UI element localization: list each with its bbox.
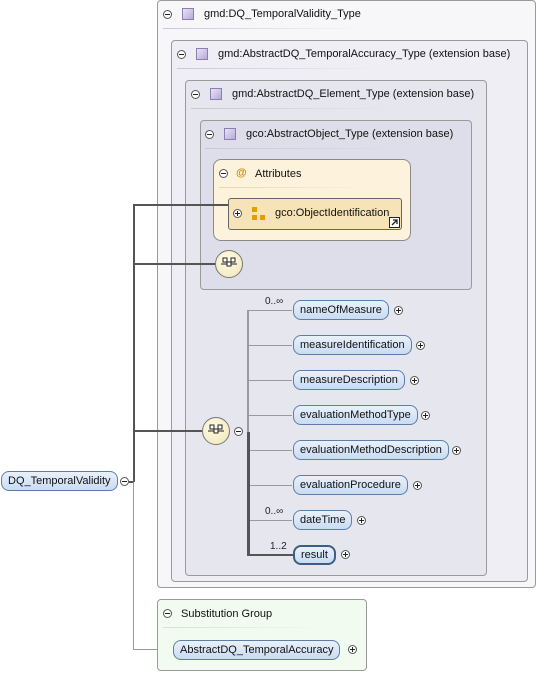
type-title: gmd:AbstractDQ_TemporalAccuracy_Type (ex… — [218, 48, 511, 60]
complex-type-icon — [182, 8, 194, 20]
sequence-connector — [247, 415, 292, 416]
expand-icon[interactable] — [421, 411, 430, 420]
connector-line — [133, 204, 135, 482]
collapse-icon[interactable] — [163, 609, 172, 618]
element-evaluation-procedure[interactable]: evaluationProcedure — [293, 475, 408, 495]
header-divider — [219, 187, 369, 188]
connector-line — [133, 204, 228, 206]
substitution-connector — [133, 482, 134, 650]
root-element-dq-temporalvalidity[interactable]: DQ_TemporalValidity — [1, 471, 118, 491]
header-divider — [205, 148, 405, 149]
complex-type-icon — [224, 128, 236, 140]
header-divider — [163, 627, 323, 628]
expand-icon[interactable] — [413, 481, 422, 490]
element-abstractdq-temporalaccuracy[interactable]: AbstractDQ_TemporalAccuracy — [173, 640, 341, 660]
collapse-icon[interactable] — [177, 50, 186, 59]
shortcut-arrow-icon — [389, 217, 400, 228]
expand-icon[interactable] — [452, 446, 461, 455]
sequence-connector — [247, 485, 292, 486]
sequence-compositor-icon[interactable] — [215, 250, 243, 278]
expand-icon[interactable] — [410, 376, 419, 385]
collapse-icon[interactable] — [120, 477, 129, 486]
expand-icon[interactable] — [416, 341, 425, 350]
collapse-icon[interactable] — [219, 169, 228, 178]
cardinality-label: 0..∞ — [265, 296, 284, 307]
type-title: gco:AbstractObject_Type (extension base) — [246, 128, 454, 140]
collapse-icon[interactable] — [205, 130, 214, 139]
header-divider — [177, 68, 377, 69]
attribute-group-label: gco:ObjectIdentification — [275, 207, 390, 219]
element-measure-description[interactable]: measureDescription — [293, 370, 405, 390]
attribute-group-icon — [252, 207, 266, 221]
expand-icon[interactable] — [341, 550, 350, 559]
collapse-icon[interactable] — [234, 427, 243, 436]
collapse-icon[interactable] — [163, 10, 172, 19]
sequence-connector — [247, 432, 250, 556]
element-evaluation-method-type[interactable]: evaluationMethodType — [293, 405, 418, 425]
type-title: gmd:DQ_TemporalValidity_Type — [204, 8, 361, 20]
cardinality-label: 0..∞ — [265, 506, 284, 517]
connector-line — [133, 430, 202, 432]
collapse-icon[interactable] — [191, 90, 200, 99]
element-date-time[interactable]: dateTime — [293, 510, 353, 530]
element-evaluation-method-description[interactable]: evaluationMethodDescription — [293, 440, 449, 460]
connector-line — [133, 263, 215, 265]
element-name-of-measure[interactable]: nameOfMeasure — [293, 300, 389, 320]
expand-icon[interactable] — [233, 209, 242, 218]
attributes-title: Attributes — [255, 168, 302, 180]
element-measure-identification[interactable]: measureIdentification — [293, 335, 412, 355]
attribute-at-icon: @ — [236, 167, 247, 179]
sequence-connector — [247, 554, 293, 556]
sequence-connector — [247, 380, 292, 381]
element-result[interactable]: result — [293, 545, 336, 565]
sequence-connector — [247, 520, 292, 521]
sequence-compositor-icon[interactable] — [202, 417, 230, 445]
complex-type-icon — [196, 48, 208, 60]
expand-icon[interactable] — [348, 645, 357, 654]
sequence-connector — [247, 450, 292, 451]
cardinality-label: 1..2 — [270, 541, 287, 552]
sequence-connector — [247, 310, 292, 311]
sequence-connector — [247, 345, 292, 346]
complex-type-icon — [210, 88, 222, 100]
substitution-group-title: Substitution Group — [181, 608, 273, 620]
expand-icon[interactable] — [394, 306, 403, 315]
header-divider — [191, 108, 391, 109]
header-divider — [163, 28, 363, 29]
type-title: gmd:AbstractDQ_Element_Type (extension b… — [232, 88, 475, 100]
expand-icon[interactable] — [357, 516, 366, 525]
